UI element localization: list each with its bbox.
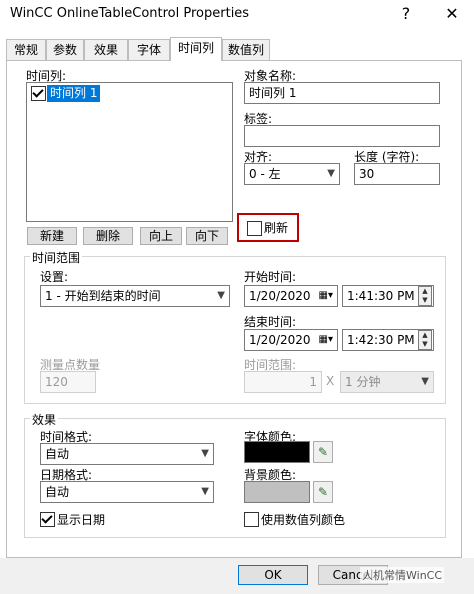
spin-up-icon[interactable]: ▲	[419, 287, 431, 296]
color-picker-icon[interactable]: ✎	[313, 441, 333, 463]
settings-value: 1 - 开始到结束的时间	[45, 289, 161, 303]
list-item-checkbox[interactable]	[31, 86, 46, 101]
spin-up-icon[interactable]: ▲	[419, 331, 431, 340]
start-date-picker[interactable]: 1/20/2020 ▦▾	[244, 285, 338, 307]
bg-color-swatch	[244, 481, 310, 503]
object-name-input[interactable]: 时间列 1	[244, 82, 440, 104]
align-select[interactable]: 0 - 左 ▼	[244, 163, 340, 185]
align-value: 0 - 左	[249, 167, 281, 181]
chevron-down-icon: ▼	[327, 168, 335, 179]
refresh-label: 刷新	[264, 221, 289, 235]
start-time-spinner[interactable]: ▲ ▼	[418, 286, 432, 306]
date-format-value: 自动	[45, 485, 70, 499]
calendar-dropdown-icon[interactable]: ▦▾	[319, 330, 333, 350]
tab-font[interactable]: 字体	[128, 39, 170, 60]
calendar-dropdown-icon[interactable]: ▦▾	[319, 286, 333, 306]
help-button[interactable]: ?	[394, 4, 418, 23]
font-color-swatch	[244, 441, 310, 463]
range-unit-value: 1 分钟	[345, 375, 381, 389]
end-time-spinner[interactable]: ▲ ▼	[418, 330, 432, 350]
color-picker-icon[interactable]: ✎	[313, 481, 333, 503]
spin-down-icon[interactable]: ▼	[419, 296, 431, 305]
length-input[interactable]: 30	[354, 163, 440, 185]
chevron-down-icon: ▼	[201, 486, 209, 497]
range-x-label: X	[326, 374, 335, 388]
ok-button[interactable]: OK	[238, 565, 308, 585]
end-time-label: 结束时间:	[244, 315, 297, 329]
tab-parameters[interactable]: 参数	[46, 39, 84, 60]
chevron-down-icon: ▼	[201, 448, 209, 459]
tab-general[interactable]: 常规	[6, 39, 46, 60]
use-value-color-label: 使用数值列颜色	[261, 513, 346, 527]
end-date-picker[interactable]: 1/20/2020 ▦▾	[244, 329, 338, 351]
range-factor-input: 1	[244, 371, 322, 393]
time-column-list[interactable]: 时间列 1	[26, 82, 233, 222]
range-unit-select: 1 分钟 ▼	[340, 371, 434, 393]
end-date-value: 1/20/2020	[249, 333, 311, 347]
time-format-value: 自动	[45, 447, 70, 461]
measure-points-input: 120	[40, 371, 96, 393]
tab-value-columns[interactable]: 数值列	[222, 39, 270, 60]
settings-select[interactable]: 1 - 开始到结束的时间 ▼	[40, 285, 230, 307]
effects-group-label: 效果	[30, 411, 59, 428]
new-button[interactable]: 新建	[27, 227, 77, 245]
use-value-color-checkbox[interactable]	[244, 512, 259, 527]
list-item-label: 时间列 1	[47, 85, 101, 102]
show-date-label: 显示日期	[57, 513, 106, 527]
chevron-down-icon: ▼	[217, 290, 225, 301]
refresh-checkbox[interactable]	[247, 221, 262, 236]
window-title: WinCC OnlineTableControl Properties	[10, 6, 250, 21]
show-date-checkbox[interactable]	[40, 512, 55, 527]
watermark: 人机常情WinCC	[360, 567, 445, 583]
start-date-value: 1/20/2020	[249, 289, 311, 303]
start-time-label: 开始时间:	[244, 270, 297, 284]
list-item[interactable]: 时间列 1	[29, 85, 229, 102]
spin-down-icon[interactable]: ▼	[419, 340, 431, 349]
delete-button[interactable]: 删除	[83, 227, 133, 245]
move-down-button[interactable]: 向下	[186, 227, 228, 245]
time-range-group-label: 时间范围	[30, 249, 83, 266]
close-icon[interactable]: ✕	[440, 4, 464, 23]
tag-input[interactable]	[244, 125, 440, 147]
end-time-value: 1:42:30 PM	[347, 333, 415, 347]
chevron-down-icon: ▼	[421, 376, 429, 387]
start-time-value: 1:41:30 PM	[347, 289, 415, 303]
date-format-select[interactable]: 自动 ▼	[40, 481, 214, 503]
time-format-select[interactable]: 自动 ▼	[40, 443, 214, 465]
tab-effects[interactable]: 效果	[84, 39, 128, 60]
move-up-button[interactable]: 向上	[140, 227, 182, 245]
settings-label: 设置:	[40, 270, 69, 284]
tab-time-columns[interactable]: 时间列	[170, 37, 222, 61]
